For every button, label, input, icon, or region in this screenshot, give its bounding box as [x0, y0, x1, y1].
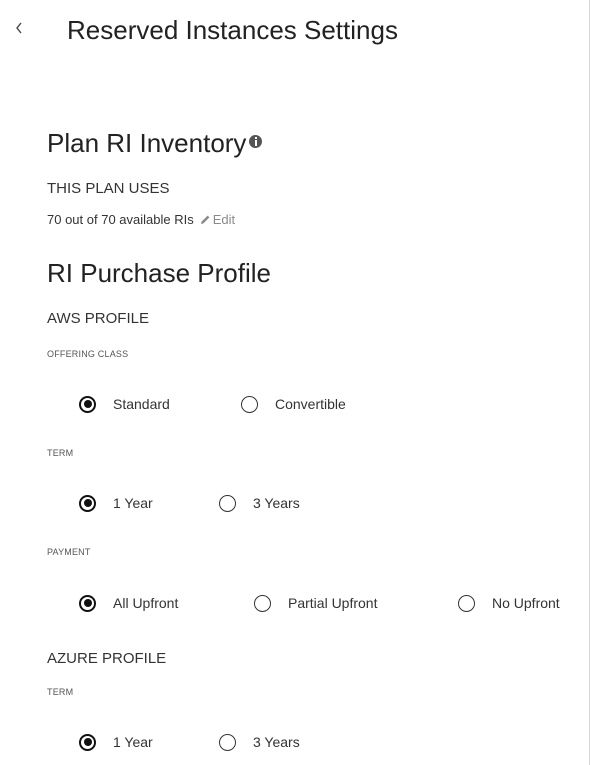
- radio-label: 3 Years: [253, 734, 300, 750]
- payment-all-upfront-radio[interactable]: All Upfront: [79, 591, 178, 615]
- radio-checked-icon: [79, 494, 96, 512]
- inventory-usage-text: 70 out of 70 available RIs: [47, 212, 194, 227]
- radio-label: Convertible: [275, 396, 346, 412]
- purchase-profile-title: RI Purchase Profile: [47, 258, 271, 288]
- aws-term-1-year-radio[interactable]: 1 Year: [79, 491, 153, 515]
- radio-label: 1 Year: [113, 495, 153, 511]
- radio-checked-icon: [79, 395, 96, 413]
- offering-class-label: OFFERING CLASS: [47, 349, 129, 359]
- radio-unchecked-icon: [254, 594, 271, 612]
- radio-unchecked-icon: [241, 395, 258, 413]
- aws-term-radio-group: 1 Year 3 Years: [0, 491, 591, 515]
- edit-label: Edit: [212, 212, 236, 227]
- plan-uses-label: THIS PLAN USES: [47, 180, 170, 197]
- info-icon[interactable]: [249, 135, 263, 148]
- pencil-icon: [200, 212, 213, 227]
- payment-partial-upfront-radio[interactable]: Partial Upfront: [254, 591, 377, 615]
- inventory-section-title: Plan RI Inventory: [47, 128, 263, 159]
- azure-profile-label: AZURE PROFILE: [47, 650, 167, 667]
- azure-term-label: TERM: [47, 687, 74, 697]
- inventory-title: Plan RI Inventory: [47, 128, 247, 158]
- radio-unchecked-icon: [219, 733, 236, 751]
- offering-class-standard-radio[interactable]: Standard: [79, 392, 170, 416]
- radio-label: Standard: [113, 396, 170, 412]
- payment-no-upfront-radio[interactable]: No Upfront: [458, 591, 560, 615]
- offering-class-radio-group: Standard Convertible: [0, 392, 591, 416]
- page-title: Reserved Instances Settings: [67, 15, 398, 45]
- radio-unchecked-icon: [458, 594, 475, 612]
- payment-label: PAYMENT: [47, 547, 91, 557]
- payment-radio-group: All Upfront Partial Upfront No Upfront: [0, 591, 591, 615]
- azure-term-radio-group: 1 Year 3 Years: [0, 730, 591, 754]
- back-button[interactable]: [14, 20, 30, 42]
- edit-inventory-link[interactable]: Edit: [200, 212, 235, 227]
- radio-label: Partial Upfront: [288, 595, 378, 611]
- aws-term-label: TERM: [47, 448, 74, 458]
- radio-checked-icon: [79, 733, 96, 751]
- radio-label: 1 Year: [113, 734, 153, 750]
- chevron-left-icon: [14, 20, 30, 36]
- offering-class-convertible-radio[interactable]: Convertible: [241, 392, 346, 416]
- inventory-usage-row: 70 out of 70 available RIs Edit: [47, 212, 235, 227]
- aws-profile-label: AWS PROFILE: [47, 310, 149, 327]
- radio-checked-icon: [79, 594, 96, 612]
- radio-unchecked-icon: [219, 494, 236, 512]
- azure-term-3-years-radio[interactable]: 3 Years: [219, 730, 300, 754]
- panel-divider: [589, 0, 590, 765]
- radio-label: 3 Years: [253, 495, 300, 511]
- aws-term-3-years-radio[interactable]: 3 Years: [219, 491, 300, 515]
- radio-label: No Upfront: [492, 595, 560, 611]
- radio-label: All Upfront: [113, 595, 179, 611]
- azure-term-1-year-radio[interactable]: 1 Year: [79, 730, 153, 754]
